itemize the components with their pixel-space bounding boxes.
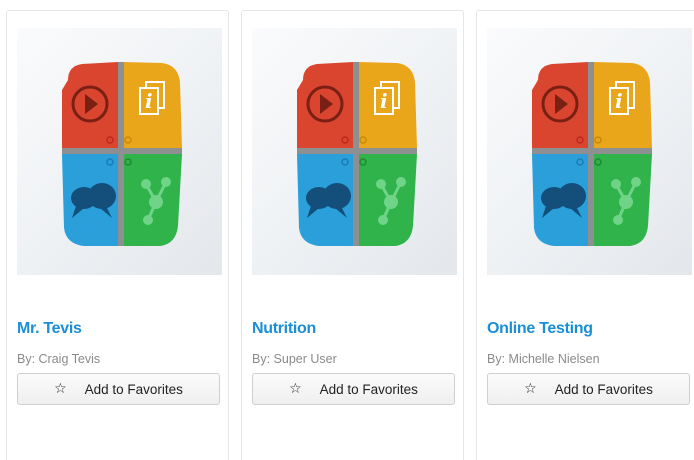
add-to-favorites-button[interactable]: ☆ Add to Favorites (17, 373, 220, 405)
star-outline-icon: ☆ (289, 381, 302, 397)
add-to-favorites-label: Add to Favorites (84, 381, 183, 397)
app-thumbnail[interactable] (487, 28, 692, 275)
app-card: Nutrition By: Super User ☆ Add to Favori… (241, 10, 464, 460)
app-title-link[interactable]: Mr. Tevis (17, 320, 82, 338)
app-card-grid: Mr. Tevis By: Craig Tevis ☆ Add to Favor… (0, 0, 694, 460)
app-author: By: Super User (252, 352, 337, 366)
add-to-favorites-label: Add to Favorites (319, 381, 418, 397)
app-author: By: Michelle Nielsen (487, 352, 600, 366)
add-to-favorites-button[interactable]: ☆ Add to Favorites (487, 373, 690, 405)
tile-app-logo-icon (297, 60, 417, 248)
app-title-link[interactable]: Online Testing (487, 320, 593, 338)
add-to-favorites-label: Add to Favorites (554, 381, 653, 397)
star-outline-icon: ☆ (54, 381, 67, 397)
app-thumbnail[interactable] (17, 28, 222, 275)
add-to-favorites-button[interactable]: ☆ Add to Favorites (252, 373, 455, 405)
tile-app-logo-icon (532, 60, 652, 248)
app-thumbnail[interactable] (252, 28, 457, 275)
app-author: By: Craig Tevis (17, 352, 101, 366)
app-title-link[interactable]: Nutrition (252, 320, 316, 338)
tile-app-logo-icon (62, 60, 182, 248)
app-card: Mr. Tevis By: Craig Tevis ☆ Add to Favor… (6, 10, 229, 460)
star-outline-icon: ☆ (524, 381, 537, 397)
app-card: Online Testing By: Michelle Nielsen ☆ Ad… (476, 10, 694, 460)
